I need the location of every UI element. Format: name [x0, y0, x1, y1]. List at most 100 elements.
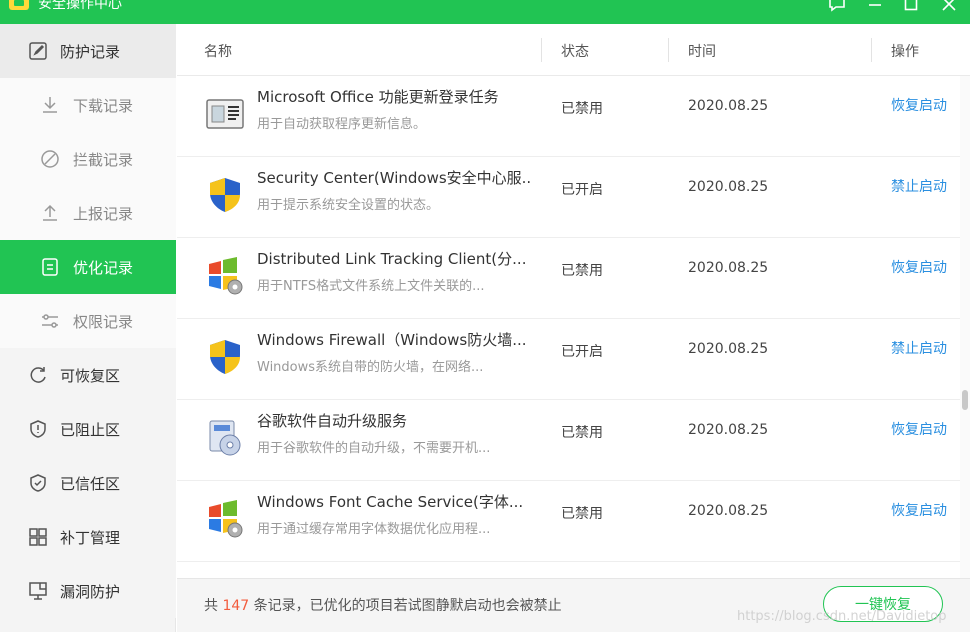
header-status: 状态: [561, 44, 589, 60]
status-text: 已开启: [561, 344, 603, 360]
sidebar-item-label: 已阻止区: [60, 421, 121, 439]
status-text: 已禁用: [561, 425, 603, 441]
record-summary: 共 147 条记录，已优化的项目若试图静默启动也会被禁止: [204, 595, 562, 615]
sidebar-item-blocked[interactable]: 已阻止区: [0, 402, 176, 456]
sliders-icon: [40, 311, 60, 331]
app-logo-icon: [8, 0, 30, 12]
sidebar-item-recoverable[interactable]: 可恢复区: [0, 348, 176, 402]
refresh-icon: [28, 365, 48, 385]
program-name: Security Center(Windows安全中心服...: [257, 169, 532, 187]
table-row: Windows Firewall（Windows防火墙... Windows系统…: [177, 319, 960, 400]
restore-start-link[interactable]: 恢复启动: [891, 257, 947, 277]
time-text: 2020.08.25: [688, 341, 769, 357]
upload-icon: [40, 203, 60, 223]
monitor-icon: [28, 581, 48, 601]
summary-prefix: 共: [204, 598, 218, 614]
program-description: 用于NTFS格式文件系统上文件关联的...: [257, 279, 485, 294]
header-time: 时间: [688, 44, 716, 60]
sidebar-item-optimize-records[interactable]: 优化记录: [0, 240, 176, 294]
table-row: Distributed Link Tracking Client(分... 用于…: [177, 238, 960, 319]
disable-start-link[interactable]: 禁止启动: [891, 176, 947, 196]
restore-start-link[interactable]: 恢复启动: [891, 95, 947, 115]
scrollbar-thumb[interactable]: [962, 390, 968, 410]
program-description: 用于自动获取程序更新信息。: [257, 117, 427, 132]
footer-bar: 共 147 条记录，已优化的项目若试图静默启动也会被禁止 一键恢复 https:…: [177, 578, 970, 632]
status-text: 已开启: [561, 182, 603, 198]
summary-suffix: 条记录，已优化的项目若试图静默启动也会被禁止: [253, 598, 562, 614]
restore-start-link[interactable]: 恢复启动: [891, 419, 947, 439]
program-description: Windows系统自带的防火墙，在网络...: [257, 360, 484, 375]
sidebar-item-label: 漏洞防护: [60, 583, 121, 601]
sidebar-item-patch-management[interactable]: 补丁管理: [0, 510, 176, 564]
record-count: 147: [222, 598, 250, 614]
grid-icon: [28, 527, 48, 547]
shield-uac-icon: [205, 175, 245, 215]
time-text: 2020.08.25: [688, 422, 769, 438]
minimize-icon[interactable]: [864, 0, 886, 15]
program-name: Microsoft Office 功能更新登录任务: [257, 88, 499, 106]
table-row: Security Center(Windows安全中心服... 用于提示系统安全…: [177, 157, 960, 238]
table-row: 谷歌软件自动升级服务 用于谷歌软件的自动升级，不需要开机... 已禁用 2020…: [177, 400, 960, 481]
table-header: 名称 状态 时间 操作: [177, 24, 970, 76]
sidebar-item-label: 上报记录: [73, 205, 134, 223]
shield-alert-icon: [28, 419, 48, 439]
program-name: Windows Firewall（Windows防火墙...: [257, 331, 527, 349]
column-divider[interactable]: [668, 38, 669, 62]
restore-start-link[interactable]: 恢复启动: [891, 500, 947, 520]
document-edit-icon: [28, 41, 48, 61]
sidebar-item-label: 下载记录: [73, 97, 134, 115]
time-text: 2020.08.25: [688, 98, 769, 114]
maximize-icon[interactable]: [900, 0, 922, 15]
time-text: 2020.08.25: [688, 179, 769, 195]
sidebar-item-label: 拦截记录: [73, 151, 134, 169]
sidebar-item-label: 补丁管理: [60, 529, 121, 547]
shield-check-icon: [28, 473, 48, 493]
download-icon: [40, 95, 60, 115]
status-text: 已禁用: [561, 101, 603, 117]
status-text: 已禁用: [561, 506, 603, 522]
watermark: https://blog.csdn.net/Davidietop: [737, 609, 947, 624]
sidebar-item-permission-records[interactable]: 权限记录: [0, 294, 176, 348]
title-bar: 安全操作中心: [0, 0, 970, 24]
sidebar: 防护记录 下载记录 拦截记录 上报记录 优化记录 权限记录 可恢复区 已阻止区 …: [0, 24, 176, 632]
list-icon: [40, 257, 60, 277]
feedback-icon[interactable]: [826, 0, 848, 15]
time-text: 2020.08.25: [688, 503, 769, 519]
program-name: 谷歌软件自动升级服务: [257, 412, 408, 430]
column-divider[interactable]: [541, 38, 542, 62]
sidebar-item-label: 可恢复区: [60, 367, 121, 385]
table-row: Microsoft Office 功能更新登录任务 用于自动获取程序更新信息。 …: [177, 76, 960, 157]
sidebar-item-vulnerability-protection[interactable]: 漏洞防护: [0, 564, 176, 618]
sidebar-item-trusted[interactable]: 已信任区: [0, 456, 176, 510]
sidebar-item-label: 防护记录: [60, 43, 121, 61]
sidebar-item-label: 优化记录: [73, 259, 134, 277]
header-action: 操作: [891, 44, 919, 60]
sidebar-item-label: 已信任区: [60, 475, 121, 493]
sidebar-item-download-records[interactable]: 下载记录: [0, 78, 176, 132]
header-name: 名称: [204, 44, 232, 60]
sidebar-item-protection-records[interactable]: 防护记录: [0, 24, 176, 78]
sidebar-item-block-records[interactable]: 拦截记录: [0, 132, 176, 186]
status-text: 已禁用: [561, 263, 603, 279]
program-description: 用于谷歌软件的自动升级，不需要开机...: [257, 441, 491, 456]
office-task-icon: [205, 94, 245, 134]
sidebar-item-report-records[interactable]: 上报记录: [0, 186, 176, 240]
disable-start-link[interactable]: 禁止启动: [891, 338, 947, 358]
installer-disc-icon: [205, 418, 245, 458]
column-divider[interactable]: [871, 38, 872, 62]
vertical-scrollbar[interactable]: [960, 76, 970, 578]
program-description: 用于通过缓存常用字体数据优化应用程...: [257, 522, 491, 537]
sidebar-item-label: 权限记录: [73, 313, 134, 331]
shield-uac-icon: [205, 337, 245, 377]
block-icon: [40, 149, 60, 169]
program-name: Distributed Link Tracking Client(分...: [257, 250, 527, 268]
window-title: 安全操作中心: [38, 0, 122, 12]
program-description: 用于提示系统安全设置的状态。: [257, 198, 440, 213]
windows-gear-icon: [205, 256, 245, 296]
windows-gear-icon: [205, 499, 245, 539]
program-name: Windows Font Cache Service(字体...: [257, 493, 524, 511]
time-text: 2020.08.25: [688, 260, 769, 276]
close-icon[interactable]: [938, 0, 960, 15]
table-row: Windows Font Cache Service(字体... 用于通过缓存常…: [177, 481, 960, 562]
main-panel: 名称 状态 时间 操作 Microsoft Office 功能更新登录任务 用于…: [177, 24, 970, 632]
